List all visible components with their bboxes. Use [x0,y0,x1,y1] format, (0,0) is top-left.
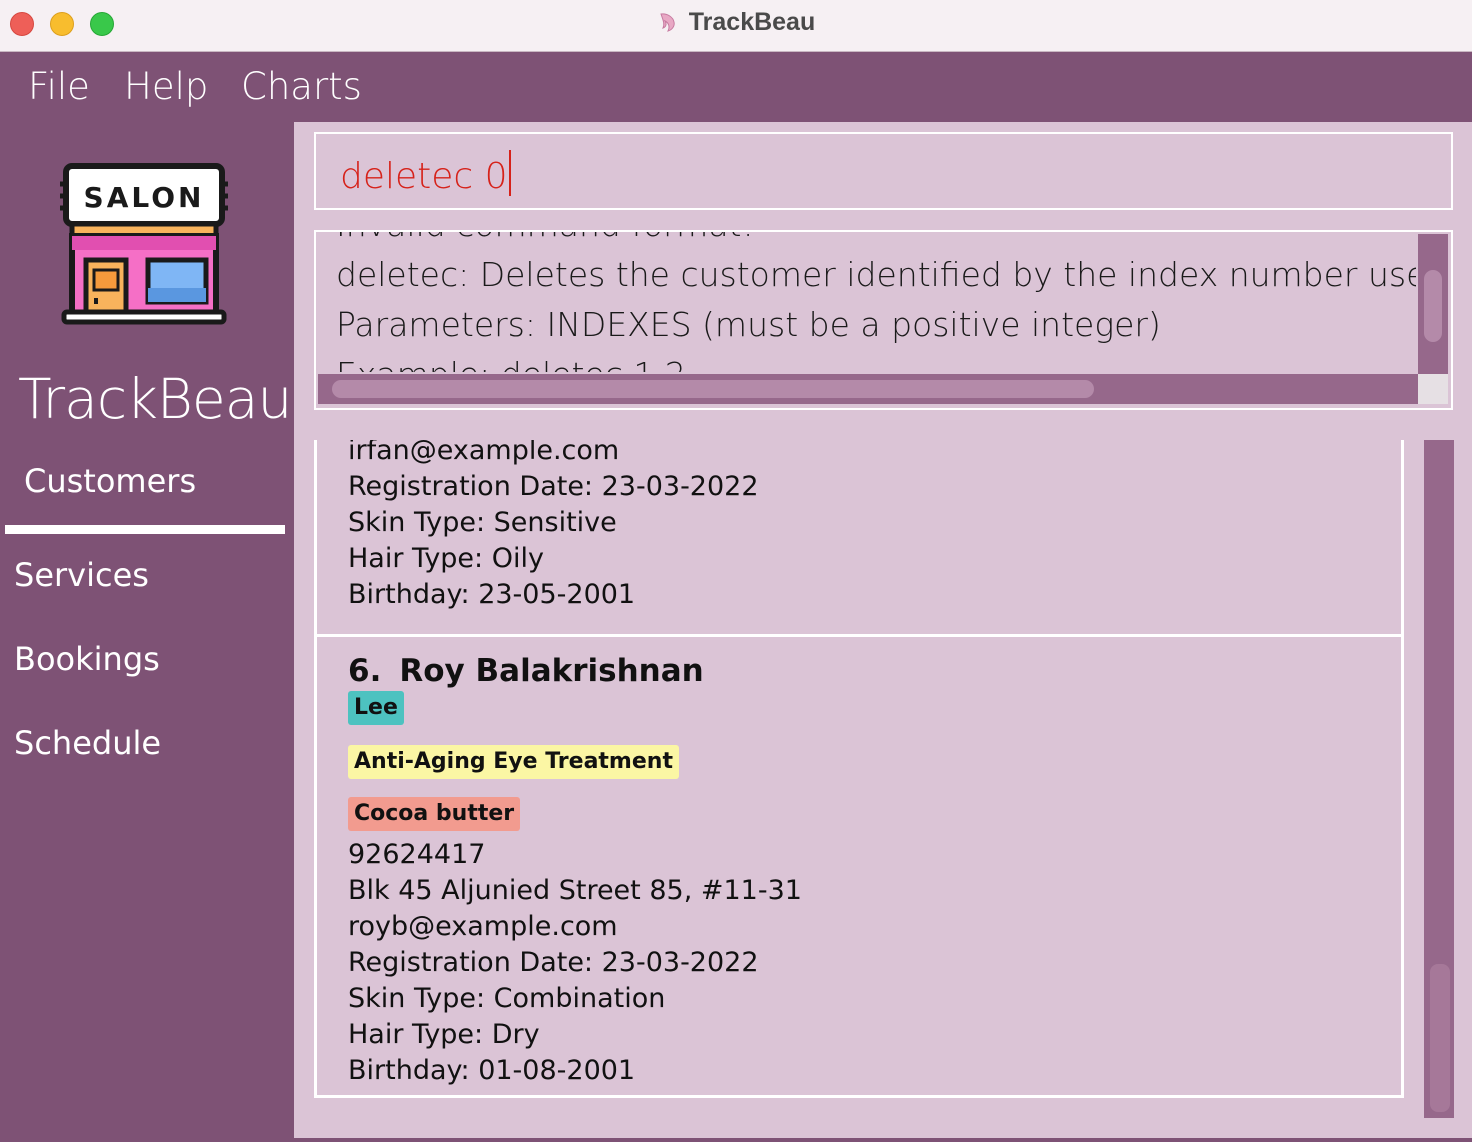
result-text: Invalid command format! deletec: Deletes… [336,232,1416,372]
customer-card-body: 6. Roy Balakrishnan Lee Anti-Aging Eye Tr… [348,651,802,1089]
customer-list-scroll-thumb[interactable] [1430,964,1450,1112]
customer-address: Blk 45 Aljunied Street 85, #11-31 [348,875,802,906]
menu-file[interactable]: File [28,65,90,108]
customer-registration-date: Registration Date: 23-03-2022 [348,947,759,978]
logo-label: SALON [84,181,205,214]
customer-email: irfan@example.com [348,440,620,466]
result-horizontal-scroll-thumb[interactable] [332,380,1094,398]
result-horizontal-scrollbar[interactable] [318,374,1418,404]
customer-phone: 92624417 [348,839,486,870]
allergy-tag-row: Cocoa butter [348,791,802,837]
window-title-text: TrackBeau [688,8,816,36]
customer-hair-type: Hair Type: Dry [348,1019,540,1050]
main-panel: deletec 0 Invalid command format! delete… [294,122,1472,1138]
nav-bookings[interactable]: Bookings [14,640,160,678]
command-input-text: deletec 0 [340,150,511,197]
customer-birthday: Birthday: 01-08-2001 [348,1055,636,1086]
window-title: TrackBeau [0,8,1472,37]
customer-registration-date: Registration Date: 23-03-2022 [348,471,759,502]
customer-card[interactable]: 6. Roy Balakrishnan Lee Anti-Aging Eye Tr… [314,634,1404,1098]
result-display[interactable]: Invalid command format! deletec: Deletes… [314,230,1453,410]
command-value: deletec 0 [340,156,508,197]
app-icon [660,13,675,32]
nav-schedule[interactable]: Schedule [14,724,161,762]
customer-index: 6. [348,653,382,689]
command-input[interactable]: deletec 0 [314,132,1453,210]
result-vertical-scrollbar[interactable] [1418,234,1448,374]
sidebar: SALON TrackBeau Customers Services Booki… [0,122,294,1142]
nav-services[interactable]: Services [14,556,149,594]
nav-customers[interactable]: Customers [24,462,196,500]
service-tag-row: Anti-Aging Eye Treatment [348,739,802,791]
nav-selected-indicator [5,525,285,534]
customer-skin-type: Skin Type: Sensitive [348,507,617,538]
allergy-tag: Cocoa butter [348,797,521,831]
customer-list[interactable]: irfan@example.com Registration Date: 23-… [314,440,1414,1120]
result-line: deletec: Deletes the customer identified… [336,255,1416,294]
result-line: Invalid command format! [336,232,1416,250]
text-caret [508,150,511,196]
customer-email: royb@example.com [348,911,618,942]
scrollbar-corner [1418,374,1448,404]
customer-name: Roy Balakrishnan [399,653,704,689]
menu-help[interactable]: Help [124,65,208,108]
menu-bar: File Help Charts [0,53,1472,122]
customer-list-scrollbar[interactable] [1424,440,1454,1118]
result-line: Example: deletec 1 2 [336,350,1416,372]
staff-tag: Lee [348,691,404,725]
customer-card-body: irfan@example.com Registration Date: 23-… [348,440,759,613]
staff-tag-row: Lee [348,691,802,739]
customer-title: 6. Roy Balakrishnan [348,651,802,691]
customer-birthday: Birthday: 23-05-2001 [348,579,636,610]
customer-skin-type: Skin Type: Combination [348,983,666,1014]
menu-charts[interactable]: Charts [241,65,362,108]
result-line: Parameters: INDEXES (must be a positive … [336,305,1161,344]
title-bar: TrackBeau [0,0,1472,52]
service-tag: Anti-Aging Eye Treatment [348,745,679,779]
brand-name: TrackBeau [18,367,292,431]
result-vertical-scroll-thumb[interactable] [1424,270,1442,342]
salon-logo-icon: SALON [60,163,228,325]
customer-hair-type: Hair Type: Oily [348,543,544,574]
